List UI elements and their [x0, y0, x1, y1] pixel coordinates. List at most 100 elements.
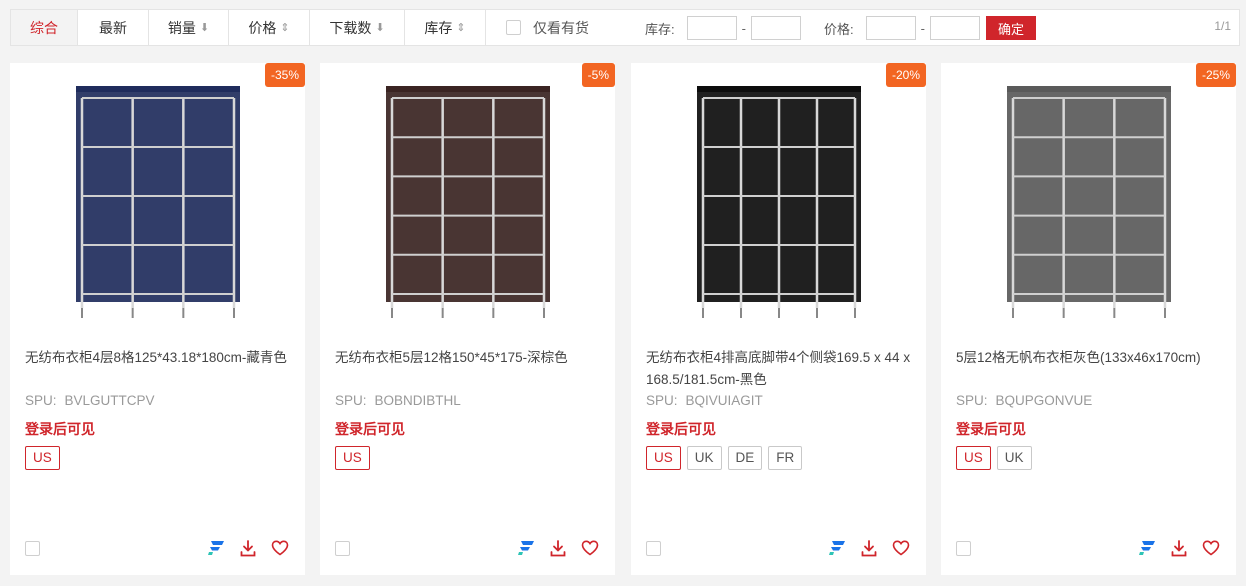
in-stock-filter[interactable]: 仅看有货	[506, 10, 589, 45]
product-spu: SPU: BOBNDIBTHL	[335, 393, 461, 408]
stock-range: 库存: -	[645, 16, 801, 40]
price-range-label: 价格:	[824, 21, 854, 37]
brand-f-icon[interactable]	[828, 538, 846, 558]
card-actions	[1138, 538, 1220, 558]
download-icon[interactable]	[239, 538, 257, 558]
spu-label: SPU:	[646, 393, 678, 408]
sort-tab-sales[interactable]: 销量 ⬇	[149, 10, 229, 45]
sort-desc-icon: ⬇	[199, 22, 210, 34]
range-dash: -	[741, 20, 746, 36]
spu-label: SPU:	[335, 393, 367, 408]
card-actions	[207, 538, 289, 558]
in-stock-label: 仅看有货	[533, 19, 589, 36]
product-spu: SPU: BQUPGONVUE	[956, 393, 1092, 408]
region-tags: US	[25, 446, 60, 470]
heart-icon[interactable]	[581, 538, 599, 558]
price-login-note: 登录后可见	[956, 421, 1026, 437]
sort-toggle-icon: ⇕	[280, 22, 290, 34]
sort-tab-label: 下载数	[329, 19, 372, 36]
sort-tab-newest[interactable]: 最新	[78, 10, 149, 45]
product-title[interactable]: 无纺布衣柜4排高底脚带4个侧袋169.5 x 44 x 168.5/181.5c…	[646, 347, 918, 391]
price-range: 价格: -	[824, 16, 980, 40]
download-icon[interactable]	[549, 538, 567, 558]
price-min-input[interactable]	[865, 16, 916, 40]
in-stock-checkbox[interactable]	[506, 20, 521, 35]
product-image[interactable]	[10, 63, 305, 341]
product-image[interactable]	[320, 63, 615, 341]
confirm-button[interactable]: 确定	[986, 16, 1036, 40]
sort-tab-label: 价格	[248, 19, 277, 36]
product-title[interactable]: 无纺布衣柜4层8格125*43.18*180cm-藏青色	[25, 347, 297, 369]
region-tag-uk: UK	[686, 446, 722, 470]
product-card[interactable]: -25% 5层12格无帆布衣柜灰色(133x46x170cm) SPU: BQUP…	[941, 63, 1236, 575]
sort-desc-icon: ⬇	[375, 22, 385, 34]
card-actions	[517, 538, 599, 558]
region-tag-uk: UK	[996, 446, 1032, 470]
region-tag-us: US	[25, 446, 60, 470]
spu-code: BOBNDIBTHL	[374, 393, 461, 408]
price-login-note: 登录后可见	[335, 421, 405, 437]
region-tag-us: US	[335, 446, 370, 470]
product-card[interactable]: -35% 无纺布衣柜4层8格125*43.18*180cm-藏青色 SPU: BV…	[10, 63, 305, 575]
sort-tab-downloads[interactable]: 下载数 ⬇	[310, 10, 405, 45]
product-spu: SPU: BVLGUTTCPV	[25, 393, 155, 408]
brand-f-icon[interactable]	[207, 538, 225, 558]
price-max-input[interactable]	[929, 16, 980, 40]
region-tags: US	[335, 446, 370, 470]
spu-code: BQIVUIAGIT	[685, 393, 763, 408]
select-checkbox[interactable]	[646, 541, 661, 556]
region-tags: US UK DE FR	[646, 446, 803, 470]
stock-max-input[interactable]	[750, 16, 801, 40]
heart-icon[interactable]	[271, 538, 289, 558]
wardrobe-illustration	[75, 86, 240, 318]
sort-tab-label: 最新	[99, 19, 127, 36]
price-login-note: 登录后可见	[25, 421, 95, 437]
spu-code: BQUPGONVUE	[995, 393, 1093, 408]
pagination: 1/1	[1214, 19, 1231, 33]
sort-tab-stock[interactable]: 库存 ⇕	[405, 10, 486, 45]
sort-tab-label: 库存	[424, 19, 453, 36]
product-image[interactable]	[631, 63, 926, 341]
wardrobe-illustration	[696, 86, 861, 318]
spu-label: SPU:	[25, 393, 57, 408]
heart-icon[interactable]	[892, 538, 910, 558]
sort-toggle-icon: ⇕	[456, 22, 466, 34]
range-dash: -	[920, 20, 925, 36]
download-icon[interactable]	[860, 538, 878, 558]
brand-f-icon[interactable]	[1138, 538, 1156, 558]
stock-range-label: 库存:	[645, 21, 675, 37]
spu-code: BVLGUTTCPV	[64, 393, 155, 408]
select-checkbox[interactable]	[25, 541, 40, 556]
product-title[interactable]: 5层12格无帆布衣柜灰色(133x46x170cm)	[956, 347, 1228, 369]
sort-tab-label: 综合	[30, 19, 58, 36]
sort-tab-label: 销量	[167, 19, 196, 36]
region-tag-us: US	[956, 446, 991, 470]
brand-f-icon[interactable]	[517, 538, 535, 558]
region-tags: US UK	[956, 446, 1032, 470]
wardrobe-illustration	[1006, 86, 1171, 318]
region-tag-de: DE	[727, 446, 763, 470]
sort-tab-comprehensive[interactable]: 综合	[11, 10, 78, 45]
filter-bar: 综合 最新 销量 ⬇ 价格 ⇕ 下载数 ⬇ 库存 ⇕ 仅看有货 库存: - 价格…	[10, 9, 1240, 46]
product-card[interactable]: -20% 无纺布衣柜4排高底脚带4个侧袋169.5 x 44 x 168.5/1…	[631, 63, 926, 575]
region-tag-fr: FR	[768, 446, 803, 470]
download-icon[interactable]	[1170, 538, 1188, 558]
sort-tab-price[interactable]: 价格 ⇕	[229, 10, 310, 45]
select-checkbox[interactable]	[335, 541, 350, 556]
discount-badge: -25%	[1195, 63, 1236, 87]
spu-label: SPU:	[956, 393, 988, 408]
product-title[interactable]: 无纺布衣柜5层12格150*45*175-深棕色	[335, 347, 607, 369]
wardrobe-illustration	[385, 86, 550, 318]
price-login-note: 登录后可见	[646, 421, 716, 437]
product-spu: SPU: BQIVUIAGIT	[646, 393, 763, 408]
region-tag-us: US	[646, 446, 681, 470]
product-card[interactable]: -5% 无纺布衣柜5层12格150*45*175-深棕色 SPU: BOBNDIB…	[320, 63, 615, 575]
discount-badge: -5%	[581, 63, 615, 87]
discount-badge: -20%	[885, 63, 926, 87]
product-image[interactable]	[941, 63, 1236, 341]
heart-icon[interactable]	[1202, 538, 1220, 558]
select-checkbox[interactable]	[956, 541, 971, 556]
card-actions	[828, 538, 910, 558]
discount-badge: -35%	[264, 63, 305, 87]
stock-min-input[interactable]	[686, 16, 737, 40]
